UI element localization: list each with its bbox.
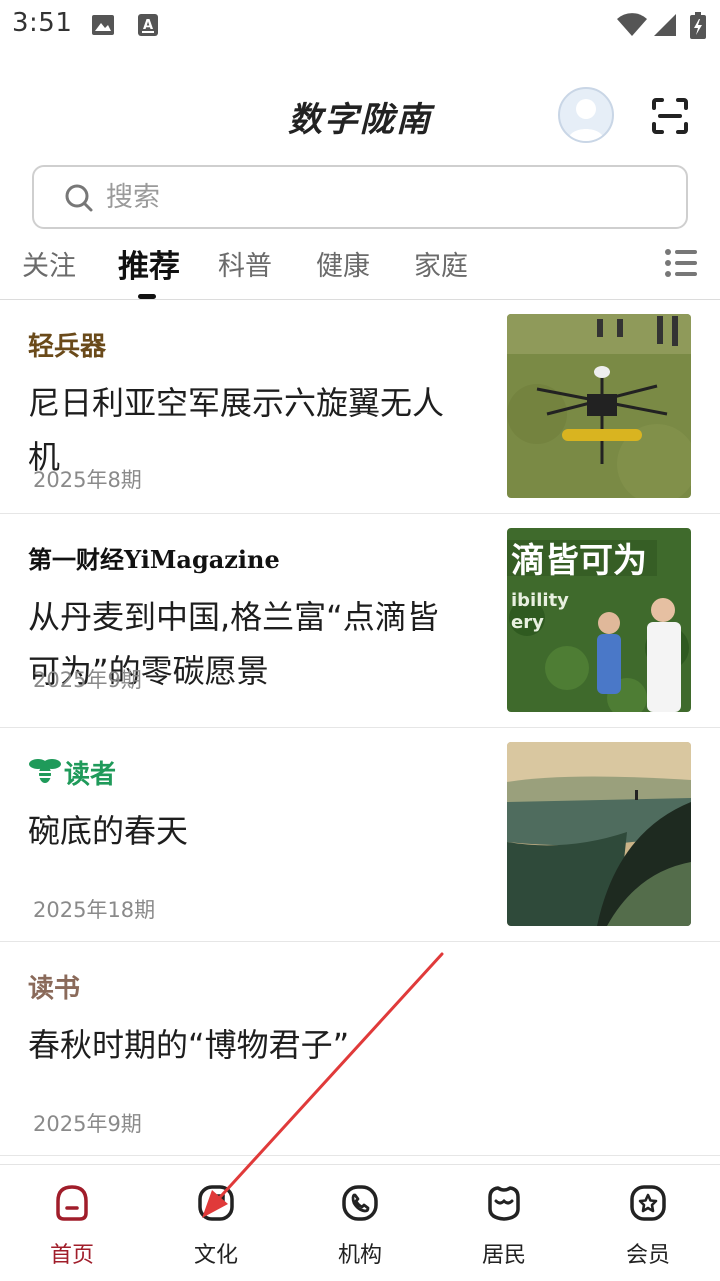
status-time: 3:51 <box>12 8 73 38</box>
category-menu-icon[interactable] <box>664 248 698 278</box>
user-avatar[interactable] <box>558 87 614 143</box>
nav-culture[interactable]: 文化 <box>144 1165 288 1281</box>
article-source: 第一财经YiMagazine <box>28 545 280 574</box>
article-thumbnail-people: 滴皆可为 ibility ery <box>507 528 691 712</box>
search-box[interactable] <box>32 165 688 229</box>
article-source: 轻兵器 <box>28 332 107 362</box>
residents-icon <box>488 1186 520 1221</box>
article-card[interactable]: 轻兵器 尼日利亚空军展示六旋翼无人机 2025年8期 <box>0 300 720 514</box>
status-bar: 3:51 A <box>0 0 720 50</box>
article-issue: 2025年9期 <box>33 668 142 692</box>
article-card[interactable]: 读者 碗底的春天 2025年18期 <box>0 728 720 942</box>
tab-health[interactable]: 健康 <box>316 244 370 283</box>
category-tabs: 关注 推荐 科普 健康 家庭 <box>0 238 720 300</box>
wifi-icon <box>617 13 647 36</box>
svg-text:ibility: ibility <box>511 590 569 611</box>
cellular-signal-icon <box>654 14 676 36</box>
bottom-navigation: 首页 文化 机构 居民 会员 <box>0 1164 720 1281</box>
member-icon <box>630 1185 666 1221</box>
nav-label: 居民 <box>481 1243 526 1268</box>
article-thumbnail-painting <box>507 742 691 926</box>
nav-label: 会员 <box>625 1243 670 1268</box>
article-source: 读书 <box>28 974 81 1004</box>
user-avatar-icon <box>568 99 604 141</box>
duzhe-bee-logo-icon <box>29 759 61 783</box>
battery-icon <box>690 12 706 39</box>
culture-icon <box>198 1185 234 1221</box>
article-issue: 2025年18期 <box>33 898 156 922</box>
article-thumbnail-drone <box>507 314 691 498</box>
tab-recommended[interactable]: 推荐 <box>118 241 180 286</box>
tab-family[interactable]: 家庭 <box>414 244 468 283</box>
search-input[interactable] <box>106 175 646 219</box>
search-icon <box>65 184 93 212</box>
phone-icon <box>342 1185 378 1221</box>
tab-science[interactable]: 科普 <box>218 244 272 283</box>
article-card[interactable]: 第一财经YiMagazine 从丹麦到中国,格兰富“点滴皆可为”的零碳愿景 20… <box>0 514 720 728</box>
article-issue: 2025年9期 <box>33 1112 142 1136</box>
article-issue: 2025年8期 <box>33 468 142 492</box>
svg-text:ery: ery <box>511 612 544 633</box>
nav-member[interactable]: 会员 <box>576 1165 720 1281</box>
nav-label: 文化 <box>193 1243 238 1268</box>
scan-icon[interactable] <box>648 94 692 138</box>
article-feed: 轻兵器 尼日利亚空军展示六旋翼无人机 2025年8期 第一财经YiMagazin… <box>0 300 720 1156</box>
nav-label: 首页 <box>49 1243 94 1268</box>
nav-home[interactable]: 首页 <box>0 1165 144 1281</box>
nav-institutions[interactable]: 机构 <box>288 1165 432 1281</box>
svg-text:A: A <box>143 18 153 33</box>
article-source: 读者 <box>64 760 117 790</box>
svg-text:滴皆可为: 滴皆可为 <box>511 541 647 581</box>
home-icon <box>56 1185 88 1221</box>
article-title: 春秋时期的“博物君子” <box>28 1026 350 1064</box>
nav-label: 机构 <box>337 1243 382 1268</box>
article-card[interactable]: 读书 春秋时期的“博物君子” 2025年9期 <box>0 942 720 1156</box>
tab-follow[interactable]: 关注 <box>22 244 76 283</box>
article-title: 碗底的春天 <box>28 812 189 850</box>
nav-residents[interactable]: 居民 <box>432 1165 576 1281</box>
image-notification-icon <box>92 15 114 35</box>
keyboard-notification-icon: A <box>138 14 158 36</box>
